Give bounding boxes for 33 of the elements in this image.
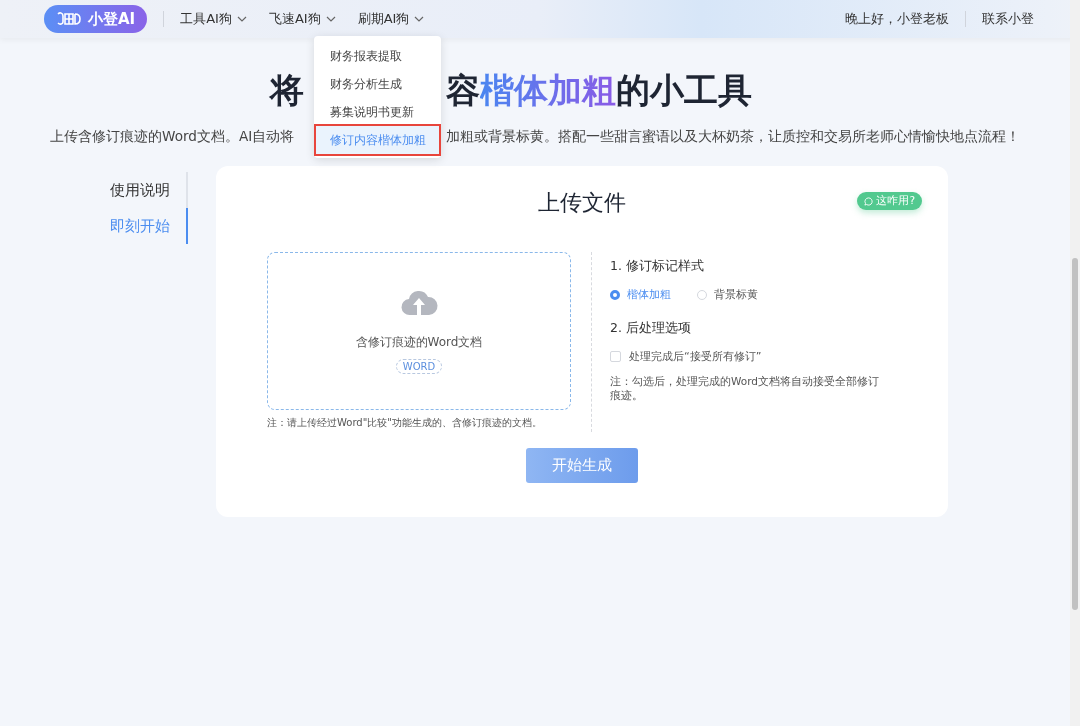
contact-link[interactable]: 联系小登 xyxy=(982,10,1034,28)
nav-menu[interactable]: 工具AI狗 xyxy=(180,10,247,28)
upload-note: 注：请上传经过Word"比较"功能生成的、含修订痕迹的文档。 xyxy=(267,416,543,430)
greeting: 晚上好，小登老板 xyxy=(845,10,949,28)
subtitle: 上传含修订痕迹的Word文档。AI自动将 xyxy=(50,128,295,146)
cloud-upload-icon xyxy=(400,288,438,316)
upload-dropzone[interactable]: 含修订痕迹的Word文档 WORD xyxy=(267,252,571,410)
checkbox[interactable] xyxy=(610,351,621,362)
nav-menu[interactable]: 飞速AI狗 xyxy=(268,10,336,28)
scrollbar-thumb[interactable] xyxy=(1072,258,1078,610)
card-title: 上传文件 xyxy=(538,189,626,217)
menu-item[interactable]: 财务报表提取 xyxy=(316,42,439,70)
chat-bubble-icon xyxy=(864,196,874,206)
menu-item[interactable]: 财务分析生成 xyxy=(316,70,439,98)
radio-option[interactable]: 楷体加粗 xyxy=(610,287,671,302)
scrollbar[interactable] xyxy=(1070,0,1080,726)
section-heading: 2. 后处理选项 xyxy=(610,320,692,337)
subtitle: 加粗或背景标黄。搭配一些甜言蜜语以及大杯奶茶，让质控和交易所老师心情愉快地点流程！ xyxy=(446,128,1021,146)
checkbox-label: 处理完成后“接受所有修订” xyxy=(629,349,762,364)
side-tab[interactable]: 使用说明 xyxy=(110,172,188,208)
chevron-down-icon xyxy=(236,16,247,22)
page-title: 将 xyxy=(270,69,304,112)
logo[interactable]: 小登AI xyxy=(44,5,148,33)
nav-menu[interactable]: 刷期AI狗 xyxy=(357,10,425,28)
dropzone-label: 含修订痕迹的Word文档 xyxy=(355,334,483,351)
menu-item[interactable]: 募集说明书更新 xyxy=(316,98,439,126)
page-title: 容楷体加粗的小工具 xyxy=(446,69,752,112)
chevron-down-icon xyxy=(325,16,336,22)
logo-text: 小登AI xyxy=(88,9,136,29)
radio-option[interactable]: 背景标黄 xyxy=(697,287,758,302)
section-heading: 1. 修订标记样式 xyxy=(610,258,705,275)
option-note: 注：勾选后，处理完成的Word文档将自动接受全部修订痕迹。 xyxy=(610,374,880,403)
chevron-down-icon xyxy=(414,16,425,22)
